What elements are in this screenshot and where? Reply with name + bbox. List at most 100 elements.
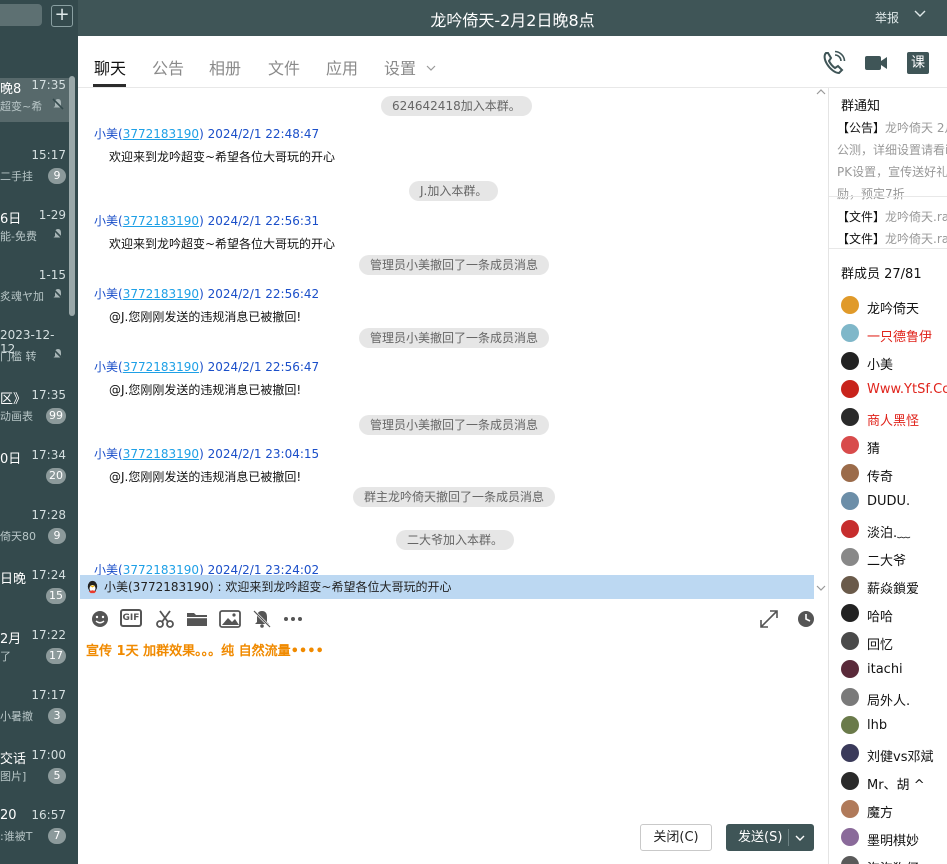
conversation-item[interactable]: 6日 1-29 能-免费 (0, 208, 70, 248)
member-name: 刘健vs邓斌 (867, 750, 934, 765)
notice-line[interactable]: 励，预定7折 (837, 185, 905, 202)
new-message-preview[interactable]: 小美(3772183190) : 欢迎来到龙吟超变~希望各位大哥玩的开心 (80, 575, 814, 599)
scroll-up-icon[interactable] (816, 88, 826, 99)
member-item[interactable]: 龙吟倚天 (841, 296, 947, 317)
tab-album[interactable]: 相册 (209, 55, 241, 79)
conversation-scrollbar[interactable] (69, 76, 75, 316)
message-header: 小美(3772183190) 2024/2/1 22:56:31 (94, 214, 320, 228)
notice-line[interactable]: 【文件】龙吟倚天.ra (837, 208, 947, 225)
member-item[interactable]: 传奇 (841, 464, 947, 485)
avatar (841, 660, 859, 678)
member-item[interactable]: 商人黑怪 (841, 408, 947, 429)
conversation-item[interactable]: 晚8 17:35 超变~希 (0, 78, 70, 122)
member-item[interactable]: Www.YtSf.Com (841, 380, 947, 400)
conversation-item[interactable]: 20 16:57:谁被T 7 (0, 808, 70, 848)
notice-text: 龙吟倚天.ra (885, 232, 947, 246)
conversation-name: 0日 (0, 452, 22, 467)
notice-line[interactable]: 【公告】龙吟倚天 2月 (837, 119, 947, 136)
avatar (841, 408, 859, 426)
gif-icon[interactable]: GIF (120, 609, 142, 629)
member-name: lhb (867, 718, 888, 733)
conversation-item[interactable]: 区》 17:35 动画表 99 (0, 388, 70, 428)
member-name: 回忆 (867, 638, 894, 653)
sender-qq-link[interactable]: 3772183190 (123, 447, 199, 461)
member-item[interactable]: 薪焱鎖爱 (841, 576, 947, 597)
tab-settings[interactable]: 设置 (384, 55, 437, 79)
sender-name[interactable]: 小美 (94, 287, 118, 301)
folder-icon[interactable] (186, 609, 207, 629)
notice-line[interactable]: 【文件】龙吟倚天.ra (837, 230, 947, 247)
image-icon[interactable] (219, 609, 241, 629)
phone-icon[interactable] (820, 50, 846, 76)
more-icon[interactable] (282, 609, 302, 629)
add-button[interactable]: + (51, 5, 73, 27)
unread-badge: 20 (46, 468, 66, 484)
member-item[interactable]: 二大爷 (841, 548, 947, 569)
avatar (841, 296, 859, 314)
scissors-icon[interactable] (155, 609, 175, 629)
close-button[interactable]: 关闭(C) (640, 824, 712, 851)
conversation-item[interactable]: 交话 17:00 图片] 5 (0, 748, 70, 788)
emoji-icon[interactable] (90, 609, 110, 629)
sender-qq-link[interactable]: 3772183190 (123, 360, 199, 374)
send-button[interactable]: 发送(S) (726, 824, 814, 851)
conversation-time: 1-15 (38, 268, 66, 282)
avatar (841, 800, 859, 818)
expand-icon[interactable] (759, 609, 779, 629)
conversation-item[interactable]: 15:17 二手挂 9 (0, 148, 70, 188)
notice-line[interactable]: 公测，详细设置请看i (837, 141, 947, 158)
conversation-snippet: 能-免费 (0, 230, 37, 243)
chevron-down-icon[interactable] (794, 824, 806, 854)
member-item[interactable]: 刘健vs邓斌 (841, 744, 947, 765)
member-item[interactable]: itachi (841, 660, 947, 680)
chat-message-area[interactable]: 624642418加入本群。 小美(3772183190) 2024/2/1 22… (78, 88, 828, 576)
conversation-item[interactable]: 17:17 小暑撤 3 (0, 688, 70, 728)
scroll-down-icon[interactable] (816, 584, 826, 595)
sender-qq-link[interactable]: 3772183190 (123, 287, 199, 301)
member-item[interactable]: 猜 (841, 436, 947, 457)
sender-name[interactable]: 小美 (94, 214, 118, 228)
history-icon[interactable] (796, 609, 816, 629)
report-button[interactable]: 举报 (875, 9, 899, 26)
sender-name[interactable]: 小美 (94, 127, 118, 141)
member-item[interactable]: 小美 (841, 352, 947, 373)
tab-chat[interactable]: 聊天 (94, 55, 126, 79)
member-name: 小美 (867, 358, 894, 373)
tab-announcement[interactable]: 公告 (152, 55, 184, 79)
sender-qq-link[interactable]: 3772183190 (123, 214, 199, 228)
member-item[interactable]: 哈哈 (841, 604, 947, 625)
member-item[interactable]: lhb (841, 716, 947, 736)
member-item[interactable]: 回忆 (841, 632, 947, 653)
conversation-item[interactable]: 2023-12-12 门槛 转 (0, 328, 70, 368)
search-input[interactable] (0, 4, 42, 26)
conversation-name: 晚8 (0, 82, 22, 97)
member-item[interactable]: DUDU. (841, 492, 947, 512)
tab-files[interactable]: 文件 (268, 55, 300, 79)
sender-qq-link[interactable]: 3772183190 (123, 127, 199, 141)
member-item[interactable]: 墨明棋妙 (841, 828, 947, 849)
notice-line[interactable]: PK设置，宣传送好礼 (837, 163, 947, 180)
sender-name[interactable]: 小美 (94, 360, 118, 374)
conversation-item[interactable]: 2月 17:22 了 17 (0, 628, 70, 668)
conversation-item[interactable]: 日晚 17:24 15 (0, 568, 70, 608)
video-icon[interactable] (863, 50, 889, 76)
tab-apps[interactable]: 应用 (326, 55, 358, 79)
conversation-item[interactable]: 1-15 炙魂ヤ加 (0, 268, 70, 308)
member-item[interactable]: 一只德鲁伊 (841, 324, 947, 345)
member-item[interactable]: Mr、胡 ^ (841, 772, 947, 793)
bell-off-icon[interactable] (252, 609, 272, 629)
avatar (841, 576, 859, 594)
member-item[interactable]: 魔方 (841, 800, 947, 821)
conversation-item[interactable]: 17:28 倚天80 9 (0, 508, 70, 548)
member-item[interactable]: 淡泊.﹏ (841, 520, 947, 541)
chevron-down-icon[interactable] (913, 6, 927, 24)
class-icon[interactable]: 课 (907, 50, 933, 76)
notice-text: 龙吟倚天 2月 (885, 121, 947, 135)
sender-name[interactable]: 小美 (94, 447, 118, 461)
member-item[interactable]: 泡泡狗仔 (841, 856, 947, 864)
conversation-snippet: 倚天80 (0, 530, 36, 543)
message-input[interactable]: 宣传 1天 加群效果。。。纯 自然流量•••• (78, 636, 828, 864)
system-notice: 管理员小美撤回了一条成员消息 (359, 328, 550, 348)
conversation-item[interactable]: 0日 17:34 20 (0, 448, 70, 488)
member-item[interactable]: 局外人. (841, 688, 947, 709)
